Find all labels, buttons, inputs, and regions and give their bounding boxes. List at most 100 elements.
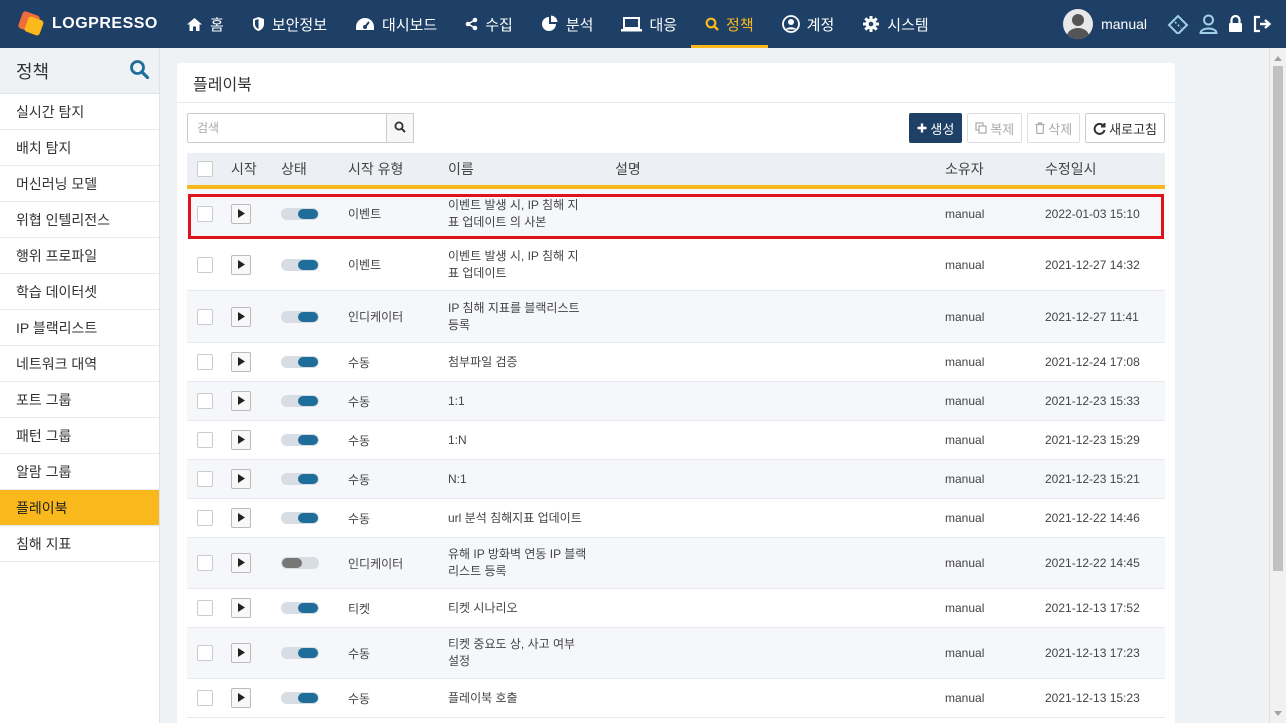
state-toggle[interactable] <box>281 557 319 569</box>
table-row[interactable]: 수동 첨부파일 검증 manual 2021-12-24 17:08 <box>187 343 1165 382</box>
state-toggle[interactable] <box>281 258 319 271</box>
cell-name[interactable]: IP 침해 지표를 블랙리스트 등록 <box>448 300 615 334</box>
ticket-icon[interactable] <box>1167 14 1189 34</box>
nav-item-dashboard[interactable]: 대시보드 <box>341 0 451 48</box>
cell-name[interactable]: 1:1 <box>448 393 615 410</box>
table-row[interactable]: 수동 url 분석 침해지표 업데이트 manual 2021-12-22 14:46 <box>187 499 1165 538</box>
play-button[interactable] <box>231 203 251 224</box>
col-state[interactable]: 상태 <box>273 159 348 179</box>
cell-name[interactable]: 1:N <box>448 432 615 449</box>
sidebar-item-pattern-group[interactable]: 패턴 그룹 <box>0 418 159 454</box>
play-button[interactable] <box>231 306 251 327</box>
scrollbar-thumb[interactable] <box>1273 66 1283 571</box>
state-toggle[interactable] <box>281 395 319 407</box>
row-checkbox[interactable] <box>197 600 213 616</box>
table-row[interactable]: 수동 1:N manual 2021-12-23 15:29 <box>187 421 1165 460</box>
play-button[interactable] <box>231 553 251 573</box>
col-start-type[interactable]: 시작 유형 <box>348 159 448 179</box>
page-scrollbar[interactable] <box>1269 48 1286 723</box>
cell-name[interactable]: 티켓 중요도 상, 사고 여부 설정 <box>448 636 615 670</box>
table-row[interactable]: 인디케이터 유해 IP 방화벽 연동 IP 블랙 리스트 등록 manual 2021-… <box>187 538 1165 589</box>
cell-name[interactable]: N:1 <box>448 471 615 488</box>
sidebar-item-behavior-profile[interactable]: 행위 프로파일 <box>0 238 159 274</box>
play-button[interactable] <box>231 688 251 708</box>
row-checkbox[interactable] <box>197 393 213 409</box>
state-toggle[interactable] <box>281 356 319 368</box>
play-button[interactable] <box>231 598 251 618</box>
row-checkbox[interactable] <box>197 308 213 325</box>
state-toggle[interactable] <box>281 602 319 614</box>
row-checkbox[interactable] <box>197 510 213 526</box>
col-modified[interactable]: 수정일시 <box>1045 159 1165 179</box>
sidebar-item-training-dataset[interactable]: 학습 데이터셋 <box>0 274 159 310</box>
lock-icon[interactable] <box>1228 15 1243 33</box>
state-toggle[interactable] <box>281 473 319 485</box>
delete-button[interactable]: 삭제 <box>1027 113 1081 143</box>
cell-name[interactable]: url 분석 침해지표 업데이트 <box>448 510 615 527</box>
row-checkbox[interactable] <box>197 645 213 661</box>
col-owner[interactable]: 소유자 <box>945 159 1045 179</box>
cell-name[interactable]: 티켓 시나리오 <box>448 600 615 617</box>
sidebar-item-batch-detection[interactable]: 배치 탐지 <box>0 130 159 166</box>
play-button[interactable] <box>231 391 251 411</box>
nav-item-policy[interactable]: 정책 <box>691 0 768 48</box>
nav-item-response[interactable]: 대응 <box>607 0 691 48</box>
play-button[interactable] <box>231 508 251 528</box>
row-checkbox[interactable] <box>197 555 213 571</box>
table-row[interactable]: 티켓 티켓 시나리오 manual 2021-12-13 17:52 <box>187 589 1165 628</box>
nav-item-system[interactable]: 시스템 <box>848 0 942 48</box>
scroll-down-arrow-icon[interactable] <box>1270 705 1286 721</box>
search-icon[interactable] <box>129 59 150 82</box>
state-toggle[interactable] <box>281 692 319 704</box>
row-checkbox[interactable] <box>197 690 213 706</box>
play-button[interactable] <box>231 469 251 489</box>
cell-name[interactable]: 이벤트 발생 시, IP 침해 지표 업데이트 <box>448 248 615 282</box>
avatar[interactable] <box>1063 9 1094 39</box>
sidebar-item-realtime-detection[interactable]: 실시간 탐지 <box>0 94 159 130</box>
sidebar-item-playbook[interactable]: 플레이북 <box>0 490 159 526</box>
cell-name[interactable]: 유해 IP 방화벽 연동 IP 블랙 리스트 등록 <box>448 546 615 580</box>
cell-name[interactable]: 첨부파일 검증 <box>448 354 615 371</box>
table-row[interactable]: 수동 플레이북 호출 manual 2021-12-13 15:23 <box>187 679 1165 718</box>
sidebar-item-threat-intel[interactable]: 위협 인텔리전스 <box>0 202 159 238</box>
col-start[interactable]: 시작 <box>223 159 273 179</box>
row-checkbox[interactable] <box>197 205 213 222</box>
username[interactable]: manual <box>1101 16 1147 32</box>
row-checkbox[interactable] <box>197 354 213 370</box>
search-input[interactable] <box>187 113 387 143</box>
table-row[interactable]: 수동 티켓 중요도 상, 사고 여부 설정 manual 2021-12-13 17:2… <box>187 628 1165 679</box>
table-row[interactable]: 수동 N:1 manual 2021-12-23 15:21 <box>187 460 1165 499</box>
cell-name[interactable]: 이벤트 발생 시, IP 침해 지표 업데이트 의 사본 <box>448 197 615 231</box>
select-all-checkbox[interactable] <box>197 161 213 177</box>
col-name[interactable]: 이름 <box>448 161 615 178</box>
sidebar-item-ioc[interactable]: 침해 지표 <box>0 526 159 562</box>
nav-item-collect[interactable]: 수집 <box>451 0 527 48</box>
user-outline-icon[interactable] <box>1199 14 1218 34</box>
row-checkbox[interactable] <box>197 432 213 448</box>
sidebar-item-network-range[interactable]: 네트워크 대역 <box>0 346 159 382</box>
sidebar-item-ml-model[interactable]: 머신러닝 모델 <box>0 166 159 202</box>
nav-item-account[interactable]: 계정 <box>768 0 849 48</box>
sidebar-item-port-group[interactable]: 포트 그룹 <box>0 382 159 418</box>
table-row[interactable]: 이벤트 이벤트 발생 시, IP 침해 지표 업데이트 manual 2021-12-… <box>187 239 1165 291</box>
sidebar-item-ip-blacklist[interactable]: IP 블랙리스트 <box>0 310 159 346</box>
scroll-up-arrow-icon[interactable] <box>1270 50 1286 66</box>
play-button[interactable] <box>231 254 251 275</box>
row-checkbox[interactable] <box>197 256 213 273</box>
logout-icon[interactable] <box>1253 15 1272 33</box>
state-toggle[interactable] <box>281 207 319 220</box>
state-toggle[interactable] <box>281 434 319 446</box>
state-toggle[interactable] <box>281 647 319 659</box>
logo[interactable]: LOGPRESSO <box>0 0 172 48</box>
table-row[interactable]: 수동 1:1 manual 2021-12-23 15:33 <box>187 382 1165 421</box>
row-checkbox[interactable] <box>197 471 213 487</box>
create-button[interactable]: 생성 <box>909 113 963 143</box>
nav-item-analysis[interactable]: 분석 <box>527 0 608 48</box>
refresh-button[interactable]: 새로고침 <box>1085 113 1165 143</box>
nav-item-security-info[interactable]: 보안정보 <box>238 0 341 48</box>
col-description[interactable]: 설명 <box>615 159 945 179</box>
state-toggle[interactable] <box>281 310 319 323</box>
copy-button[interactable]: 복제 <box>967 113 1023 143</box>
search-button[interactable] <box>386 113 414 143</box>
table-row[interactable]: 인디케이터 IP 침해 지표를 블랙리스트 등록 manual 2021-12-27 1… <box>187 291 1165 343</box>
